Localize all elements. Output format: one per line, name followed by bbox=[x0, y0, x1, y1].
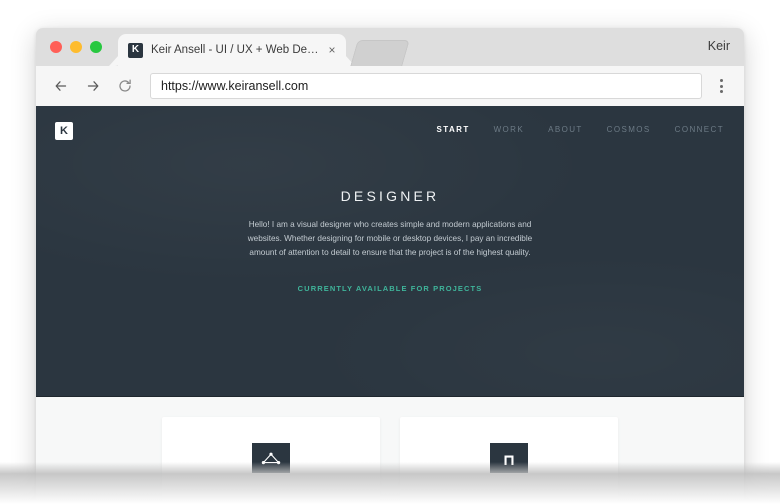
browser-tab-strip: K Keir Ansell - UI / UX + Web De… × Keir bbox=[36, 28, 744, 66]
site-hero-section: K START WORK ABOUT COSMOS CONNECT DESIGN… bbox=[36, 106, 744, 397]
hero-description: Hello! I am a visual designer who create… bbox=[247, 220, 533, 258]
site-logo-icon[interactable]: K bbox=[55, 122, 73, 140]
card-item[interactable] bbox=[400, 417, 618, 504]
window-traffic-lights bbox=[50, 41, 102, 53]
archway-icon bbox=[490, 443, 528, 473]
url-input[interactable]: https://www.keiransell.com bbox=[150, 73, 702, 99]
menu-dot bbox=[719, 90, 723, 93]
nav-item-cosmos[interactable]: COSMOS bbox=[607, 125, 651, 134]
hero-title: DESIGNER bbox=[340, 188, 440, 204]
window-minimize-button[interactable] bbox=[70, 41, 82, 53]
browser-tab-inactive[interactable] bbox=[350, 40, 410, 66]
browser-menu-icon[interactable] bbox=[710, 73, 732, 99]
browser-toolbar: https://www.keiransell.com bbox=[36, 66, 744, 106]
hero-content: DESIGNER Hello! I am a visual designer w… bbox=[36, 188, 744, 293]
window-close-button[interactable] bbox=[50, 41, 62, 53]
nav-item-work[interactable]: WORK bbox=[494, 125, 525, 134]
menu-dot bbox=[719, 84, 723, 88]
browser-window: K Keir Ansell - UI / UX + Web De… × Keir… bbox=[36, 28, 744, 504]
card-item[interactable] bbox=[162, 417, 380, 504]
tab-close-icon[interactable]: × bbox=[324, 42, 340, 58]
hero-availability-link[interactable]: CURRENTLY AVAILABLE FOR PROJECTS bbox=[36, 284, 744, 293]
nav-item-about[interactable]: ABOUT bbox=[548, 125, 583, 134]
menu-dot bbox=[719, 79, 723, 82]
tab-title: Keir Ansell - UI / UX + Web De… bbox=[151, 44, 319, 56]
network-nodes-icon bbox=[252, 443, 290, 473]
nav-item-start[interactable]: START bbox=[437, 125, 470, 134]
screenshot-stage: K Keir Ansell - UI / UX + Web De… × Keir… bbox=[0, 0, 780, 504]
window-maximize-button[interactable] bbox=[90, 41, 102, 53]
site-cards-section bbox=[36, 397, 744, 504]
browser-tab-active[interactable]: K Keir Ansell - UI / UX + Web De… × bbox=[118, 34, 346, 66]
page-viewport: K START WORK ABOUT COSMOS CONNECT DESIGN… bbox=[36, 106, 744, 504]
nav-item-connect[interactable]: CONNECT bbox=[675, 125, 724, 134]
site-navigation: START WORK ABOUT COSMOS CONNECT bbox=[437, 125, 724, 134]
forward-icon[interactable] bbox=[80, 73, 106, 99]
browser-profile-name[interactable]: Keir bbox=[708, 39, 730, 53]
reload-icon[interactable] bbox=[112, 73, 138, 99]
back-icon[interactable] bbox=[48, 73, 74, 99]
tab-favicon-icon: K bbox=[128, 42, 143, 58]
